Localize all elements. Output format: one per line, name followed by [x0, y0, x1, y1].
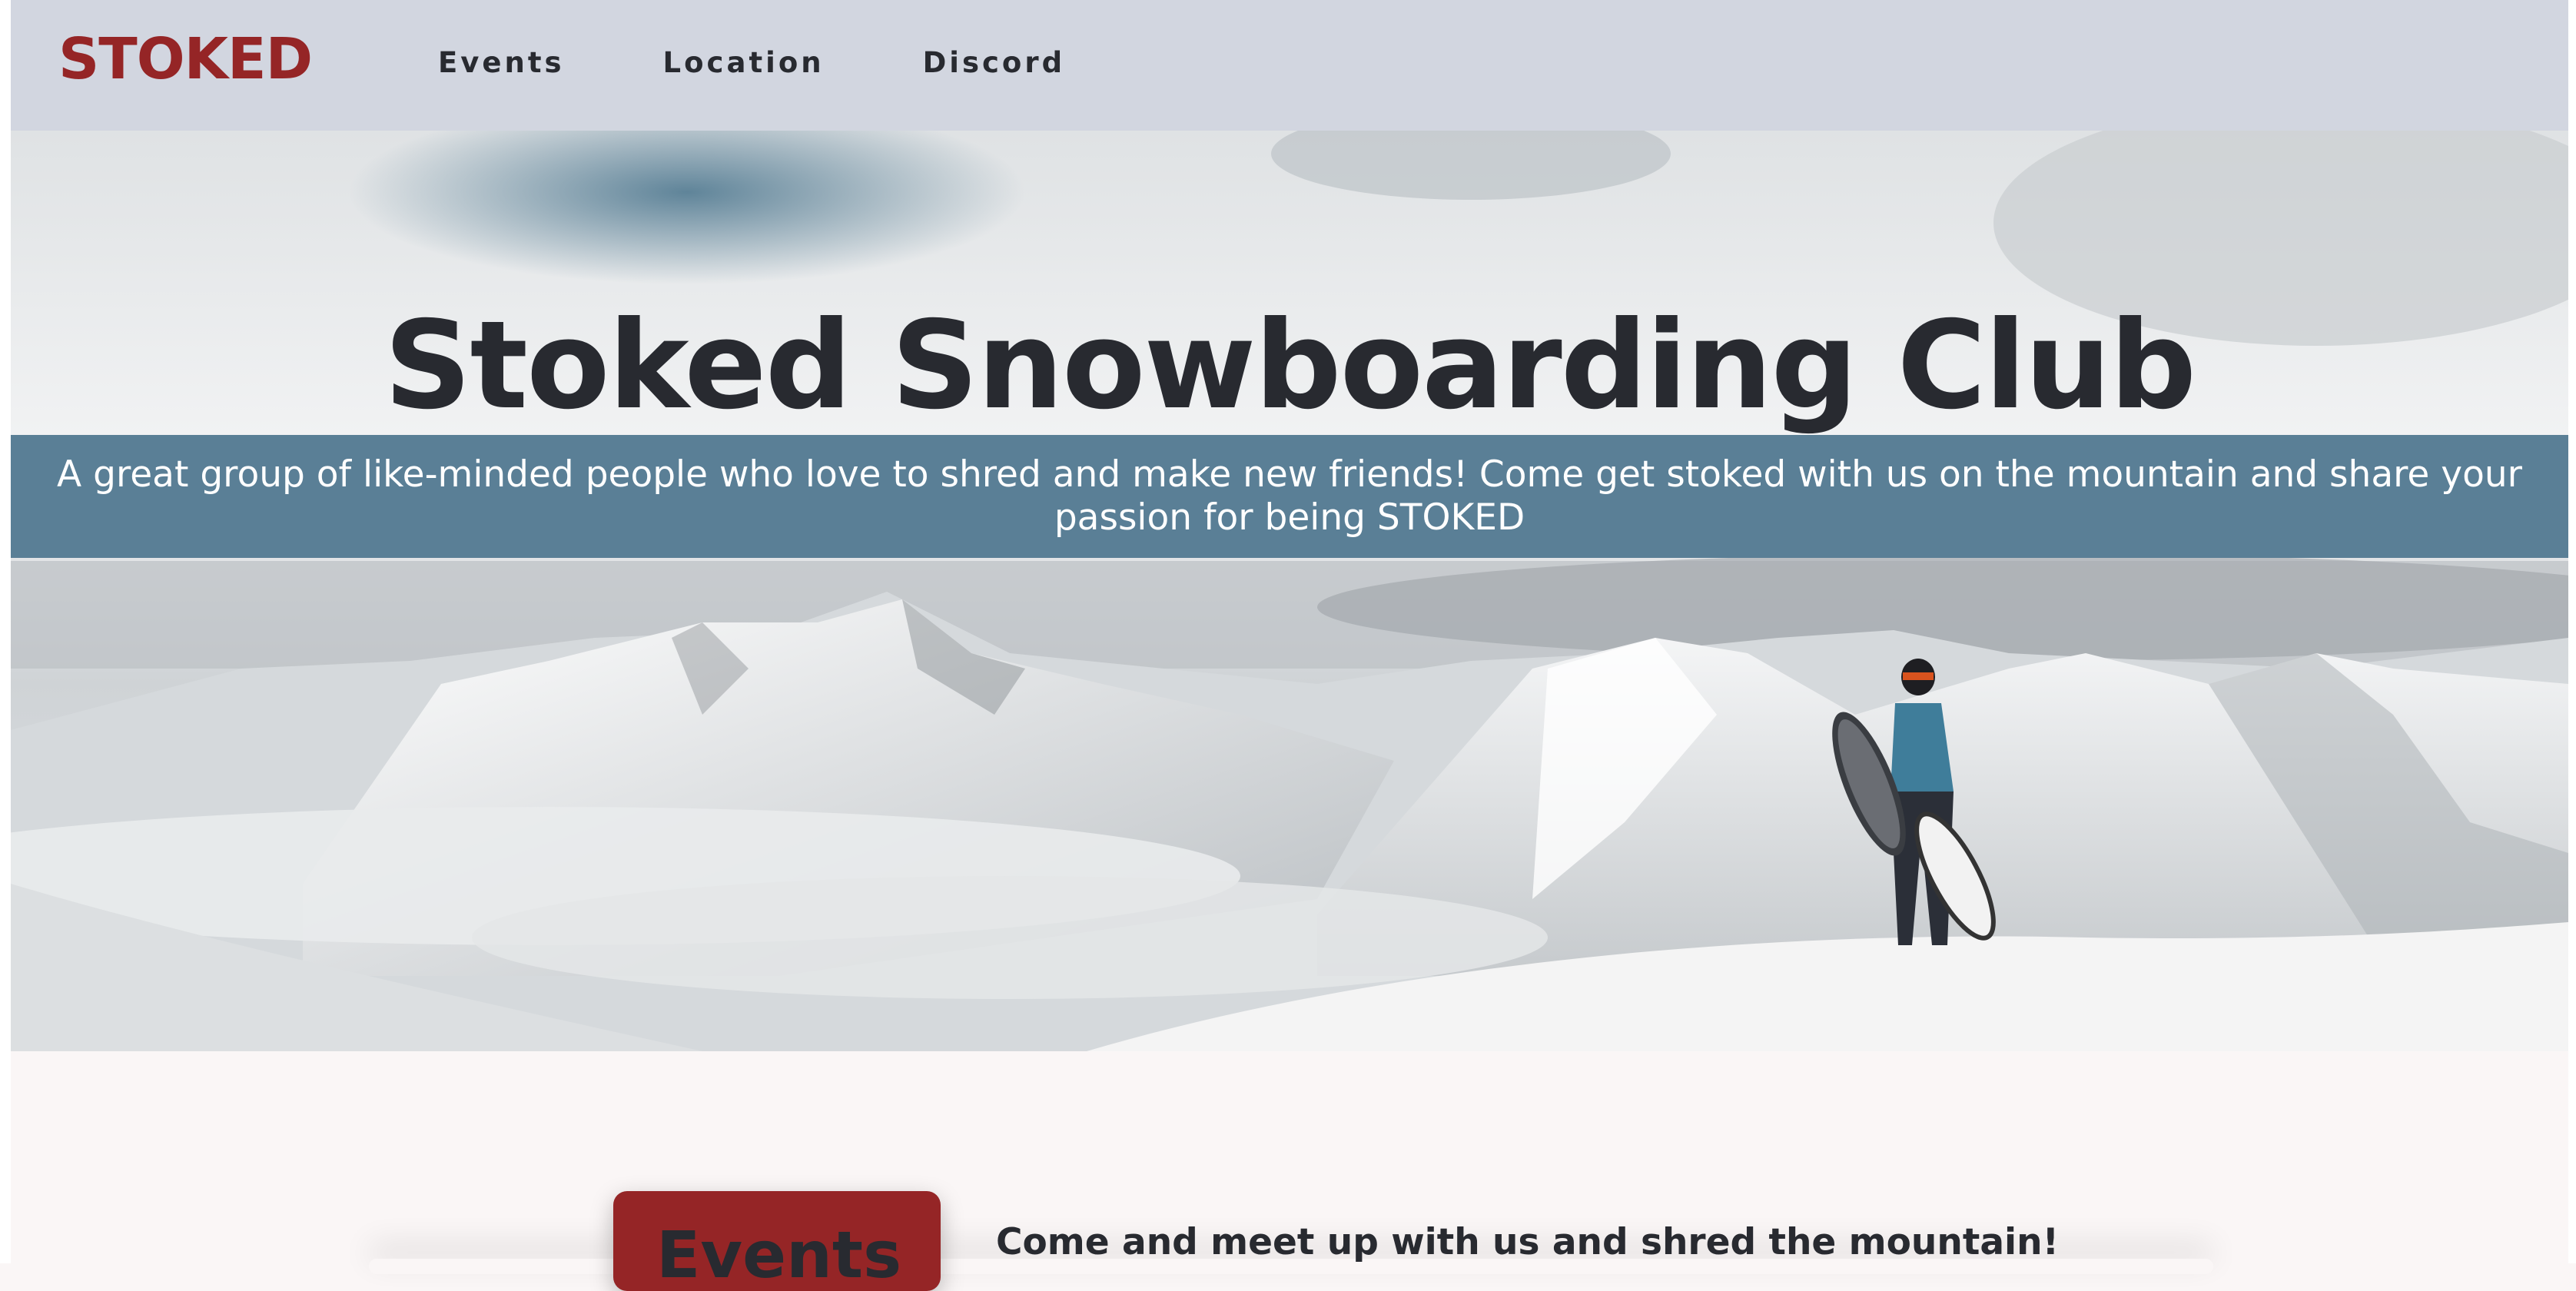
hero-title: Stoked Snowboarding Club [383, 294, 2197, 436]
events-heading: Come and meet up with us and shred the m… [996, 1221, 2060, 1263]
main-nav: Events Location Discord [438, 46, 1164, 79]
hero-banner: Stoked Snowboarding Club A great group o… [11, 131, 2568, 1051]
site-logo[interactable]: STOKED [58, 26, 313, 92]
nav-link-location[interactable]: Location [663, 46, 825, 79]
hero-tagline: A great group of like-minded people who … [57, 453, 2522, 539]
top-navbar: STOKED Events Location Discord [11, 0, 2568, 131]
events-section: Events Come and meet up with us and shre… [0, 1051, 2576, 1291]
hero-mountain-photo [11, 131, 2568, 1051]
nav-link-events[interactable]: Events [438, 46, 565, 79]
hero-tagline-band: A great group of like-minded people who … [11, 435, 2568, 558]
events-button-label: Events [656, 1217, 902, 1291]
nav-link-discord[interactable]: Discord [923, 46, 1066, 79]
events-button[interactable]: Events [613, 1191, 941, 1291]
